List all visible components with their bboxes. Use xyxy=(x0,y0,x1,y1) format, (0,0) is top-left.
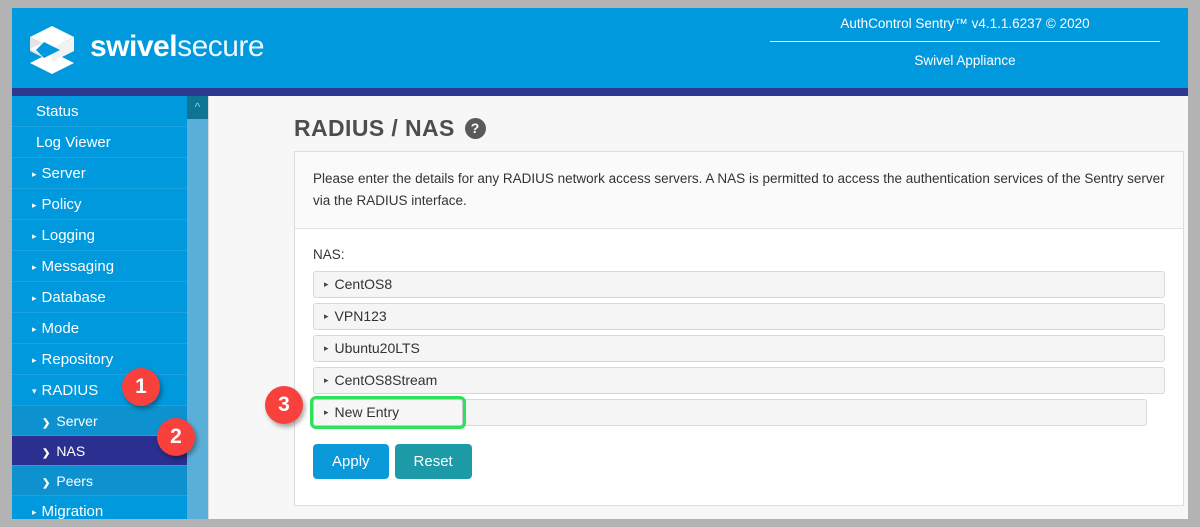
sidebar-item-label: Server xyxy=(56,413,97,429)
sidebar-item-radius-peers[interactable]: ❯ Peers xyxy=(12,466,187,496)
sidebar-item-repository[interactable]: ▸ Repository xyxy=(12,344,187,375)
apply-button[interactable]: Apply xyxy=(313,444,389,479)
sidebar-item-log-viewer[interactable]: Log Viewer xyxy=(12,127,187,158)
nas-entry-label: CentOS8 xyxy=(335,276,393,292)
version-label: AuthControl Sentry™ v4.1.1.6237 © 2020 xyxy=(770,16,1160,42)
sidebar-item-database[interactable]: ▸ Database xyxy=(12,282,187,313)
triangle-right-icon: ▸ xyxy=(324,272,329,297)
sidebar-item-label: Migration xyxy=(42,503,104,519)
sidebar-item-label: Mode xyxy=(42,320,80,337)
page-title: RADIUS / NAS? xyxy=(294,115,486,142)
nas-entry-label: New Entry xyxy=(335,404,400,420)
action-button-row: ApplyReset xyxy=(313,444,1165,479)
chevron-up-icon[interactable]: ^ xyxy=(187,96,208,119)
question-mark-icon[interactable]: ? xyxy=(465,118,486,139)
main-content-area: RADIUS / NAS? Please enter the details f… xyxy=(208,96,1188,519)
chevron-right-icon: ▸ xyxy=(32,497,37,519)
chevron-right-icon: ▸ xyxy=(32,190,37,221)
sidebar-item-label: Messaging xyxy=(42,258,115,275)
sidebar-item-logging[interactable]: ▸ Logging xyxy=(12,220,187,251)
chevron-right-icon: ❯ xyxy=(42,469,50,499)
chevron-down-icon: ▾ xyxy=(32,376,37,407)
appliance-label: Swivel Appliance xyxy=(770,42,1160,68)
nas-entry-new-entry[interactable]: ▸ New Entry xyxy=(313,399,463,426)
sidebar-item-radius[interactable]: ▾ RADIUS xyxy=(12,375,187,406)
sidebar-scrollbar[interactable]: ^ xyxy=(187,96,208,519)
sidebar-item-label: Peers xyxy=(56,473,93,489)
chevron-right-icon: ❯ xyxy=(42,409,50,439)
sidebar-item-list: Status Log Viewer ▸ Server ▸ Policy ▸ Loggi… xyxy=(12,96,187,519)
sidebar-item-label: Database xyxy=(42,289,106,306)
nas-entry-ubuntu20lts[interactable]: ▸ Ubuntu20LTS xyxy=(313,335,1165,362)
triangle-right-icon: ▸ xyxy=(324,304,329,329)
sidebar-item-policy[interactable]: ▸ Policy xyxy=(12,189,187,220)
nas-entry-vpn123[interactable]: ▸ VPN123 xyxy=(313,303,1165,330)
app-header: swivelsecure AuthControl Sentry™ v4.1.1.… xyxy=(12,8,1188,88)
chevron-right-icon: ▸ xyxy=(32,314,37,345)
application-window: swivelsecure AuthControl Sentry™ v4.1.1.… xyxy=(12,8,1188,519)
triangle-right-icon: ▸ xyxy=(324,368,329,393)
header-accent-bar xyxy=(12,88,1188,96)
sidebar-item-status[interactable]: Status xyxy=(12,96,187,127)
chevron-right-icon: ▸ xyxy=(32,159,37,190)
sidebar-item-label: Log Viewer xyxy=(36,134,111,151)
nas-entry-label: Ubuntu20LTS xyxy=(335,340,420,356)
brand-name: swivelsecure xyxy=(90,30,264,64)
brand-secure: secure xyxy=(177,30,264,63)
nas-panel: Please enter the details for any RADIUS … xyxy=(294,151,1184,506)
sidebar-item-label: Policy xyxy=(42,196,82,213)
sidebar-item-label: NAS xyxy=(56,443,85,459)
sidebar-item-label: RADIUS xyxy=(42,382,99,399)
swivel-diamond-logo xyxy=(24,22,80,78)
brand-swivel: swivel xyxy=(90,30,177,63)
sidebar-item-mode[interactable]: ▸ Mode xyxy=(12,313,187,344)
reset-button[interactable]: Reset xyxy=(395,444,472,479)
sidebar-item-server[interactable]: ▸ Server xyxy=(12,158,187,189)
nas-entry-centos8stream[interactable]: ▸ CentOS8Stream xyxy=(313,367,1165,394)
sidebar-item-messaging[interactable]: ▸ Messaging xyxy=(12,251,187,282)
triangle-right-icon: ▸ xyxy=(324,400,329,425)
annotation-badge-3: 3 xyxy=(265,386,303,424)
header-info-block: AuthControl Sentry™ v4.1.1.6237 © 2020 S… xyxy=(770,16,1160,68)
page-title-text: RADIUS / NAS xyxy=(294,115,455,141)
panel-description: Please enter the details for any RADIUS … xyxy=(295,152,1183,229)
nas-field-label: NAS: xyxy=(313,247,1165,262)
sidebar-item-label: Logging xyxy=(42,227,95,244)
triangle-right-icon: ▸ xyxy=(324,336,329,361)
nas-entry-centos8[interactable]: ▸ CentOS8 xyxy=(313,271,1165,298)
panel-body: NAS: ▸ CentOS8 ▸ VPN123 ▸ Ubuntu20LTS ▸ Cent… xyxy=(295,229,1183,479)
sidebar-item-label: Repository xyxy=(42,351,114,368)
chevron-right-icon: ▸ xyxy=(32,221,37,252)
chevron-right-icon: ▸ xyxy=(32,283,37,314)
sidebar-item-migration[interactable]: ▸ Migration xyxy=(12,496,187,519)
nas-entry-label: VPN123 xyxy=(335,308,387,324)
chevron-right-icon: ▸ xyxy=(32,345,37,376)
sidebar-item-label: Server xyxy=(42,165,86,182)
nas-entry-label: CentOS8Stream xyxy=(335,372,438,388)
annotation-badge-1: 1 xyxy=(122,368,160,406)
sidebar-item-label: Status xyxy=(36,103,79,120)
chevron-right-icon: ❯ xyxy=(42,439,50,469)
chevron-right-icon: ▸ xyxy=(32,252,37,283)
annotation-badge-2: 2 xyxy=(157,418,195,456)
